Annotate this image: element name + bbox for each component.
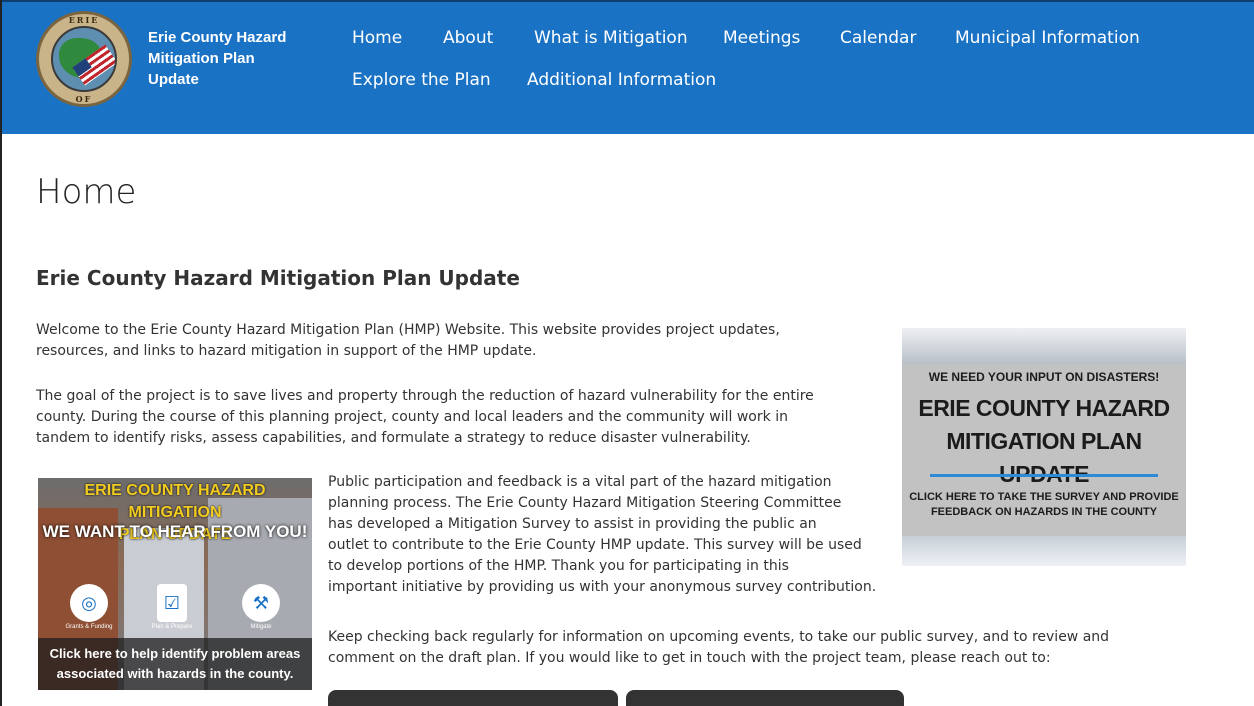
participation-line-5: to develop portions of the HMP. Thank yo… — [328, 558, 789, 574]
checklist-icon: ☑ — [157, 584, 187, 622]
page-title: Home — [36, 172, 137, 212]
intro-line-2: resources, and links to hazard mitigatio… — [36, 343, 537, 359]
nav-home[interactable]: Home — [352, 28, 402, 48]
window-left-border — [0, 0, 2, 706]
nav-municipal-information[interactable]: Municipal Information — [955, 28, 1140, 48]
participation-line-4: outlet to contribute to the Erie County … — [328, 537, 862, 553]
county-seal-logo[interactable]: ERIE OF — [36, 11, 132, 107]
site-header: ERIE OF Erie County Hazard Mitigation Pl… — [2, 0, 1254, 134]
promo-right-divider — [930, 474, 1158, 477]
nav-about[interactable]: About — [443, 28, 493, 48]
participation-line-2: planning process. The Erie County Hazard… — [328, 495, 842, 511]
promo-left-cta-line-1: Click here to help identify problem area… — [49, 646, 301, 661]
nav-calendar[interactable]: Calendar — [840, 28, 916, 48]
goal-paragraph: The goal of the project is to save lives… — [36, 386, 876, 449]
contact-line-2: comment on the draft plan. If you would … — [328, 650, 1051, 666]
snow-bottom-graphic — [902, 536, 1186, 566]
site-title[interactable]: Erie County Hazard Mitigation Plan Updat… — [148, 27, 308, 90]
icon-label-plan: Plan & Prepare — [151, 624, 193, 630]
participation-line-3: has developed a Mitigation Survey to ass… — [328, 516, 817, 532]
contact-button-1[interactable] — [328, 690, 618, 706]
promo-right-line-5: FEEDBACK ON HAZARDS IN THE COUNTY — [930, 506, 1158, 518]
promo-right-cta: CLICK HERE TO TAKE THE SURVEY AND PROVID… — [902, 490, 1186, 520]
nav-meetings[interactable]: Meetings — [723, 28, 800, 48]
snow-top-graphic — [902, 328, 1186, 364]
intro-paragraph: Welcome to the Erie County Hazard Mitiga… — [36, 320, 876, 362]
nav-additional-information[interactable]: Additional Information — [527, 70, 716, 90]
contact-button-2[interactable] — [626, 690, 904, 706]
promo-left-headline: WE WANT TO HEAR FROM YOU! — [42, 522, 308, 541]
contact-line-1: Keep checking back regularly for informa… — [328, 629, 1110, 645]
promo-left-cta-line-2: associated with hazards in the county. — [56, 666, 294, 681]
promo-right-line-1: WE NEED YOUR INPUT ON DISASTERS! — [928, 370, 1160, 384]
icon-label-mitigate: Mitigate — [250, 624, 272, 630]
seal-text-bottom: OF — [75, 94, 93, 104]
intro-line-1: Welcome to the Erie County Hazard Mitiga… — [36, 322, 780, 338]
participation-line-6: important initiative by providing us wit… — [328, 579, 877, 595]
promo-left-cta: Click here to help identify problem area… — [38, 638, 312, 690]
coins-icon: ◎ — [70, 584, 108, 622]
icon-label-grants: Grants & Funding — [65, 624, 113, 630]
goal-line-2: county. During the course of this planni… — [36, 409, 788, 425]
survey-promo-image-right[interactable]: WE NEED YOUR INPUT ON DISASTERS! ERIE CO… — [902, 328, 1186, 566]
problem-areas-promo-image[interactable]: ERIE COUNTY HAZARD MITIGATION PLAN UPDAT… — [38, 478, 312, 690]
promo-right-line-3: MITIGATION PLAN UPDATE — [946, 428, 1142, 487]
nav-what-is-mitigation[interactable]: What is Mitigation — [534, 28, 688, 48]
seal-text-top: ERIE — [68, 15, 100, 25]
nav-explore-the-plan[interactable]: Explore the Plan — [352, 70, 491, 90]
goal-line-1: The goal of the project is to save lives… — [36, 388, 814, 404]
goal-line-3: tandem to identify risks, assess capabil… — [36, 430, 751, 446]
participation-line-1: Public participation and feedback is a v… — [328, 474, 832, 490]
section-heading: Erie County Hazard Mitigation Plan Updat… — [36, 266, 520, 290]
promo-right-line-2: ERIE COUNTY HAZARD — [918, 395, 1170, 421]
contact-paragraph: Keep checking back regularly for informa… — [328, 627, 1188, 669]
promo-left-title-line-1: ERIE COUNTY HAZARD MITIGATION — [84, 482, 266, 521]
hammer-icon: ⚒ — [242, 584, 280, 622]
promo-right-line-4: CLICK HERE TO TAKE THE SURVEY AND PROVID… — [909, 491, 1179, 503]
seal-emblem — [51, 26, 117, 92]
participation-paragraph: Public participation and feedback is a v… — [328, 472, 898, 598]
